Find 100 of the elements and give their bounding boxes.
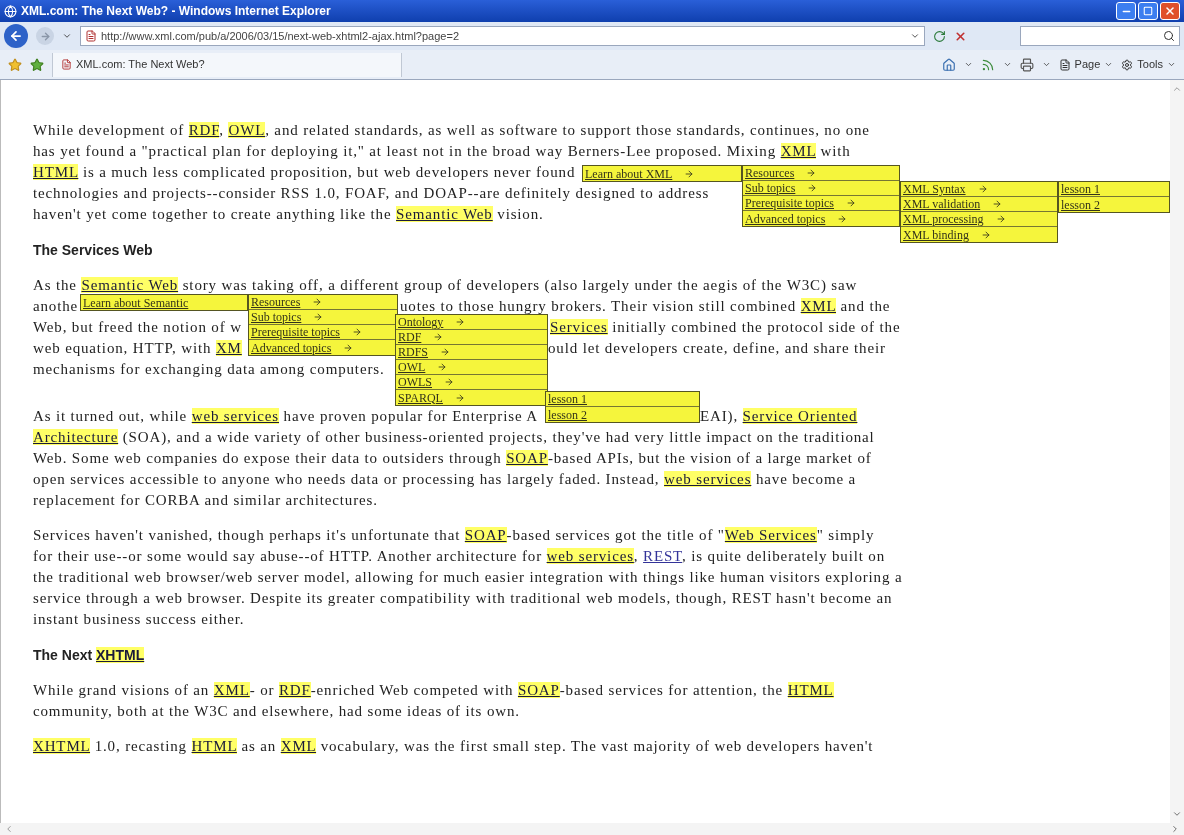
menu-item[interactable]: Advanced topics <box>743 211 899 226</box>
term-link[interactable]: RDF <box>278 682 311 699</box>
home-icon[interactable] <box>941 57 956 72</box>
term-link[interactable]: RDF <box>188 122 220 139</box>
term-link[interactable]: Semantic Web <box>396 206 493 223</box>
arrow-icon <box>312 297 323 307</box>
term-link[interactable]: XML <box>280 738 317 755</box>
menu-item[interactable]: Prerequisite topics <box>743 196 899 211</box>
address-field[interactable]: http://www.xml.com/pub/a/2006/03/15/next-web-xhtml2-ajax.html?page=2 <box>80 26 925 46</box>
term-link[interactable]: Architecture <box>33 429 119 446</box>
dropdown-icon[interactable] <box>910 31 920 41</box>
menu-item[interactable]: lesson 1 <box>1059 182 1169 197</box>
term-link[interactable]: OWL <box>228 122 266 139</box>
term-link[interactable]: SOAP <box>517 682 560 699</box>
menu-item[interactable]: SPARQL <box>396 390 547 405</box>
paragraph-text: XHTML 1.0, recasting HTML as an XML vocabulary, was the first small step. The vast majority of web developers haven't <box>33 738 874 755</box>
arrow-icon <box>343 342 354 353</box>
scroll-up-icon[interactable] <box>1172 84 1182 94</box>
vertical-scrollbar[interactable] <box>1170 80 1184 823</box>
term-link[interactable]: web services <box>191 408 279 425</box>
horizontal-scrollbar[interactable] <box>0 823 1184 835</box>
close-icon <box>1164 5 1176 17</box>
toolbar-menu-button[interactable]: Tools <box>1121 56 1176 73</box>
menu-item[interactable]: XML processing <box>901 212 1057 227</box>
menu-item[interactable]: OWL <box>396 360 547 375</box>
close-button[interactable] <box>1160 2 1180 20</box>
menu-item[interactable]: XML binding <box>901 227 1057 242</box>
arrow-icon <box>684 168 695 179</box>
section-heading: The Services Web <box>33 241 153 258</box>
print-icon[interactable] <box>1019 57 1034 72</box>
paragraph-text: HTML is a much less complicated proposition, but web developers never found <box>33 164 576 181</box>
section-heading: The Next XHTML <box>33 646 145 663</box>
term-link[interactable]: Semantic Web <box>81 277 179 294</box>
forward-arrow-icon <box>39 30 51 42</box>
toolbar-menu-button[interactable]: Page <box>1058 56 1114 73</box>
caret-icon <box>1167 60 1176 69</box>
paragraph-text: Services initially combined the protocol side of the <box>550 319 901 336</box>
scroll-left-icon[interactable] <box>4 824 14 834</box>
add-favorite-icon[interactable] <box>30 57 44 72</box>
term-link[interactable]: XM <box>215 340 242 357</box>
menu-item[interactable]: Sub topics <box>743 181 899 196</box>
term-link[interactable]: Service Oriented <box>742 408 858 425</box>
menu-item[interactable]: Learn about XML <box>583 166 741 181</box>
menu-item[interactable]: Advanced topics <box>249 340 397 355</box>
menu-item[interactable]: lesson 2 <box>546 407 699 422</box>
term-link[interactable]: Services <box>550 319 608 336</box>
caret-icon[interactable] <box>1041 60 1051 69</box>
forward-button[interactable] <box>36 27 54 45</box>
menu-item[interactable]: Learn about Semantic <box>81 295 247 310</box>
term-link[interactable]: XHTML <box>33 738 91 755</box>
paragraph-text: Services haven't vanished, though perhaps it's unfortunate that SOAP-based services got the title of "Web Services" simply <box>33 527 875 544</box>
arrow-icon <box>352 327 362 337</box>
favorites-star-icon[interactable] <box>8 57 22 72</box>
term-link[interactable]: XML <box>780 143 816 160</box>
paragraph-text: uotes to those hungry brokers. Their vision still combined XML and the <box>400 298 891 315</box>
back-button[interactable] <box>4 24 28 48</box>
term-link[interactable]: XHTML <box>96 646 145 663</box>
browser-tab[interactable]: XML.com: The Next Web? <box>52 52 402 77</box>
term-link[interactable]: SOAP <box>464 527 507 544</box>
menu-item[interactable]: Resources <box>249 295 397 310</box>
term-link[interactable]: SOAP <box>506 450 548 467</box>
menu-item[interactable]: XML validation <box>901 197 1057 212</box>
scroll-down-icon[interactable] <box>1172 809 1182 819</box>
arrow-icon <box>433 332 444 342</box>
history-dropdown-icon[interactable] <box>62 31 72 41</box>
page-icon <box>85 30 97 42</box>
scroll-right-icon[interactable] <box>1170 824 1180 834</box>
refresh-icon[interactable] <box>933 29 946 43</box>
menu-item[interactable]: Ontology <box>396 315 547 330</box>
menu-item[interactable]: OWLS <box>396 375 547 390</box>
maximize-button[interactable] <box>1138 2 1158 20</box>
term-link[interactable]: HTML <box>787 682 834 699</box>
paragraph-text: Web. Some web companies do expose their data to outsiders through SOAP-based APIs, but the vision of a large market of <box>33 450 872 467</box>
menu-item[interactable]: Resources <box>743 166 899 181</box>
term-link[interactable]: HTML <box>191 738 237 755</box>
term-link[interactable]: XML <box>800 298 836 315</box>
term-link[interactable]: Web Services <box>724 527 817 544</box>
menu-item[interactable]: lesson 1 <box>546 392 699 407</box>
term-link[interactable]: web services <box>546 548 634 565</box>
paragraph-text: anothe <box>33 298 79 315</box>
feed-icon[interactable] <box>980 57 995 72</box>
search-icon[interactable] <box>1163 30 1175 42</box>
term-link[interactable]: HTML <box>33 164 79 181</box>
menu-item[interactable]: lesson 2 <box>1059 197 1169 212</box>
menu-item[interactable]: RDF <box>396 330 547 345</box>
maximize-icon <box>1143 6 1153 16</box>
menu-item[interactable]: RDFS <box>396 345 547 360</box>
text-link[interactable]: REST <box>643 548 683 565</box>
stop-icon[interactable] <box>954 29 967 43</box>
browser-icon <box>4 4 17 18</box>
favicon-icon <box>61 59 72 70</box>
minimize-button[interactable] <box>1116 2 1136 20</box>
term-link[interactable]: web services <box>664 471 752 488</box>
search-field[interactable] <box>1020 26 1180 46</box>
caret-icon[interactable] <box>963 60 973 69</box>
paragraph-text: As the Semantic Web story was taking off, a different group of developers (also largely under the aegis of the W3C) saw <box>33 277 858 294</box>
caret-icon[interactable] <box>1002 60 1012 69</box>
term-link[interactable]: XML <box>213 682 250 699</box>
menu-item[interactable]: XML Syntax <box>901 182 1057 197</box>
paragraph-text: Architecture (SOA), and a wide variety of other business-oriented projects, they've had very little impact on the traditional <box>33 429 875 446</box>
